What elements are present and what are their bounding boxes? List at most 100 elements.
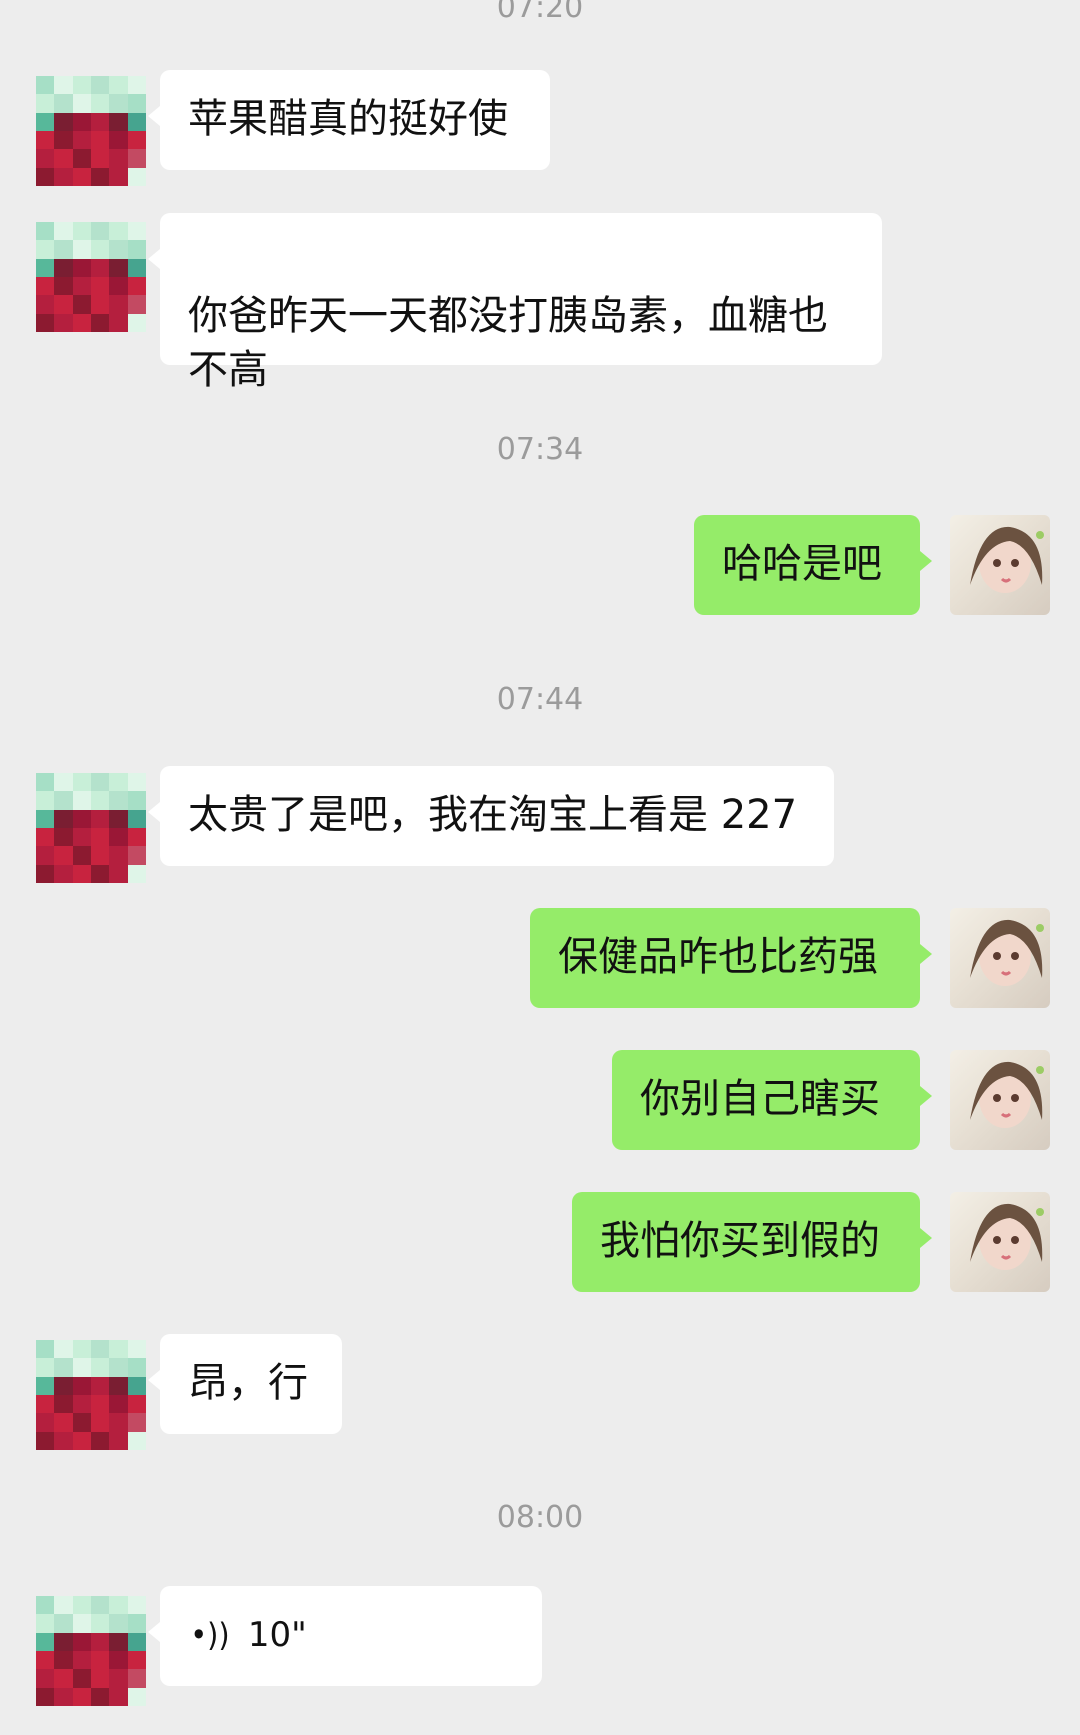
message-bubble[interactable]: 保健品咋也比药强: [530, 908, 932, 1008]
avatar-pixel-block: [127, 1413, 146, 1432]
user-avatar-icon: [970, 1061, 1044, 1128]
avatar-pixel-block: [127, 1358, 146, 1377]
avatar-pixel-block: [109, 809, 128, 828]
contact-avatar[interactable]: [36, 773, 146, 883]
message-bubble[interactable]: 哈哈是吧: [694, 515, 932, 615]
avatar-pixel-block: [72, 828, 91, 847]
avatar-pixel-block: [54, 809, 73, 828]
avatar-pixel-block: [109, 1431, 128, 1450]
avatar-pixel-block: [109, 76, 128, 95]
avatar-pixel-block: [72, 240, 91, 259]
avatar-pixel-block: [36, 313, 55, 332]
avatar-pixel-block: [54, 1376, 73, 1395]
contact-avatar[interactable]: [36, 222, 146, 332]
avatar-pixel-block: [109, 1358, 128, 1377]
avatar-pixel-block: [91, 313, 110, 332]
avatar-pixel-block: [72, 277, 91, 296]
avatar-pixel-block: [91, 1376, 110, 1395]
avatar-pixel-block: [91, 167, 110, 186]
avatar-pixel-block: [91, 773, 110, 792]
avatar-pixel-block: [109, 277, 128, 296]
user-avatar[interactable]: [950, 515, 1050, 615]
message-bubble[interactable]: 苹果醋真的挺好使: [148, 70, 550, 170]
avatar-pixel-block: [127, 1687, 146, 1706]
avatar-pixel-block: [127, 131, 146, 150]
avatar-pixel-block: [109, 1687, 128, 1706]
avatar-pixel-block: [127, 864, 146, 883]
avatar-pixel-block: [72, 791, 91, 810]
avatar-pixel-block: [54, 149, 73, 168]
voice-message-bubble[interactable]: •)) 10": [148, 1586, 542, 1686]
avatar-pixel-block: [109, 773, 128, 792]
message-bubble[interactable]: 我怕你买到假的: [572, 1192, 932, 1292]
avatar-pixel-block: [109, 846, 128, 865]
avatar-pixel-block: [109, 1340, 128, 1359]
contact-avatar[interactable]: [36, 1340, 146, 1450]
avatar-pixel-block: [72, 1669, 91, 1688]
avatar-pixel-block: [54, 131, 73, 150]
avatar-pixel-block: [91, 1614, 110, 1633]
user-avatar-icon: [970, 526, 1044, 593]
avatar-pixel-block: [109, 295, 128, 314]
avatar-pixel-block: [127, 94, 146, 113]
avatar-pixel-block: [36, 222, 55, 241]
avatar-pixel-block: [91, 1651, 110, 1670]
avatar-pixel-block: [109, 313, 128, 332]
message-text: 我怕你买到假的: [600, 1218, 880, 1264]
avatar-pixel-block: [36, 773, 55, 792]
avatar-pixel-block: [72, 1395, 91, 1414]
avatar-pixel-block: [54, 94, 73, 113]
voice-wave-icon: •)): [190, 1616, 230, 1654]
avatar-pixel-block: [109, 1651, 128, 1670]
avatar-pixel-block: [127, 828, 146, 847]
avatar-pixel-block: [109, 1376, 128, 1395]
avatar-pixel-block: [36, 1340, 55, 1359]
avatar-pixel-block: [109, 258, 128, 277]
avatar-pixel-block: [36, 1431, 55, 1450]
avatar-pixel-block: [54, 846, 73, 865]
avatar-pixel-block: [91, 149, 110, 168]
avatar-pixel-block: [91, 846, 110, 865]
avatar-pixel-block: [36, 76, 55, 95]
user-avatar[interactable]: [950, 1050, 1050, 1150]
contact-avatar[interactable]: [36, 76, 146, 186]
avatar-pixel-block: [127, 112, 146, 131]
avatar-pixel-block: [109, 94, 128, 113]
avatar-pixel-block: [91, 131, 110, 150]
avatar-pixel-block: [72, 258, 91, 277]
avatar-pixel-block: [127, 1596, 146, 1615]
avatar-pixel-block: [72, 149, 91, 168]
message-bubble[interactable]: 你爸昨天一天都没打胰岛素，血糖也 不高: [148, 213, 882, 393]
avatar-pixel-block: [36, 791, 55, 810]
avatar-pixel-block: [109, 222, 128, 241]
avatar-pixel-block: [91, 791, 110, 810]
avatar-pixel-block: [91, 258, 110, 277]
message-bubble[interactable]: 昂，行: [148, 1334, 342, 1434]
voice-duration: 10": [247, 1615, 307, 1655]
message-bubble[interactable]: 你别自己瞎买: [612, 1050, 932, 1150]
avatar-pixel-block: [36, 131, 55, 150]
avatar-pixel-block: [91, 240, 110, 259]
avatar-pixel-block: [91, 1395, 110, 1414]
contact-avatar[interactable]: [36, 1596, 146, 1706]
timestamp: 08:00: [496, 1500, 584, 1535]
avatar-pixel-block: [54, 240, 73, 259]
avatar-pixel-block: [54, 1395, 73, 1414]
avatar-pixel-block: [36, 809, 55, 828]
avatar-pixel-block: [36, 258, 55, 277]
avatar-pixel-block: [127, 791, 146, 810]
avatar-pixel-block: [91, 222, 110, 241]
avatar-pixel-block: [36, 1376, 55, 1395]
avatar-pixel-block: [54, 828, 73, 847]
message-bubble[interactable]: 太贵了是吧，我在淘宝上看是 227: [148, 766, 834, 866]
avatar-pixel-block: [127, 167, 146, 186]
user-avatar[interactable]: [950, 1192, 1050, 1292]
avatar-pixel-block: [36, 1632, 55, 1651]
avatar-pixel-block: [54, 1614, 73, 1633]
avatar-pixel-block: [72, 1340, 91, 1359]
message-text: 你别自己瞎买: [640, 1076, 880, 1122]
user-avatar[interactable]: [950, 908, 1050, 1008]
avatar-pixel-block: [72, 295, 91, 314]
avatar-pixel-block: [54, 313, 73, 332]
avatar-pixel-block: [36, 828, 55, 847]
